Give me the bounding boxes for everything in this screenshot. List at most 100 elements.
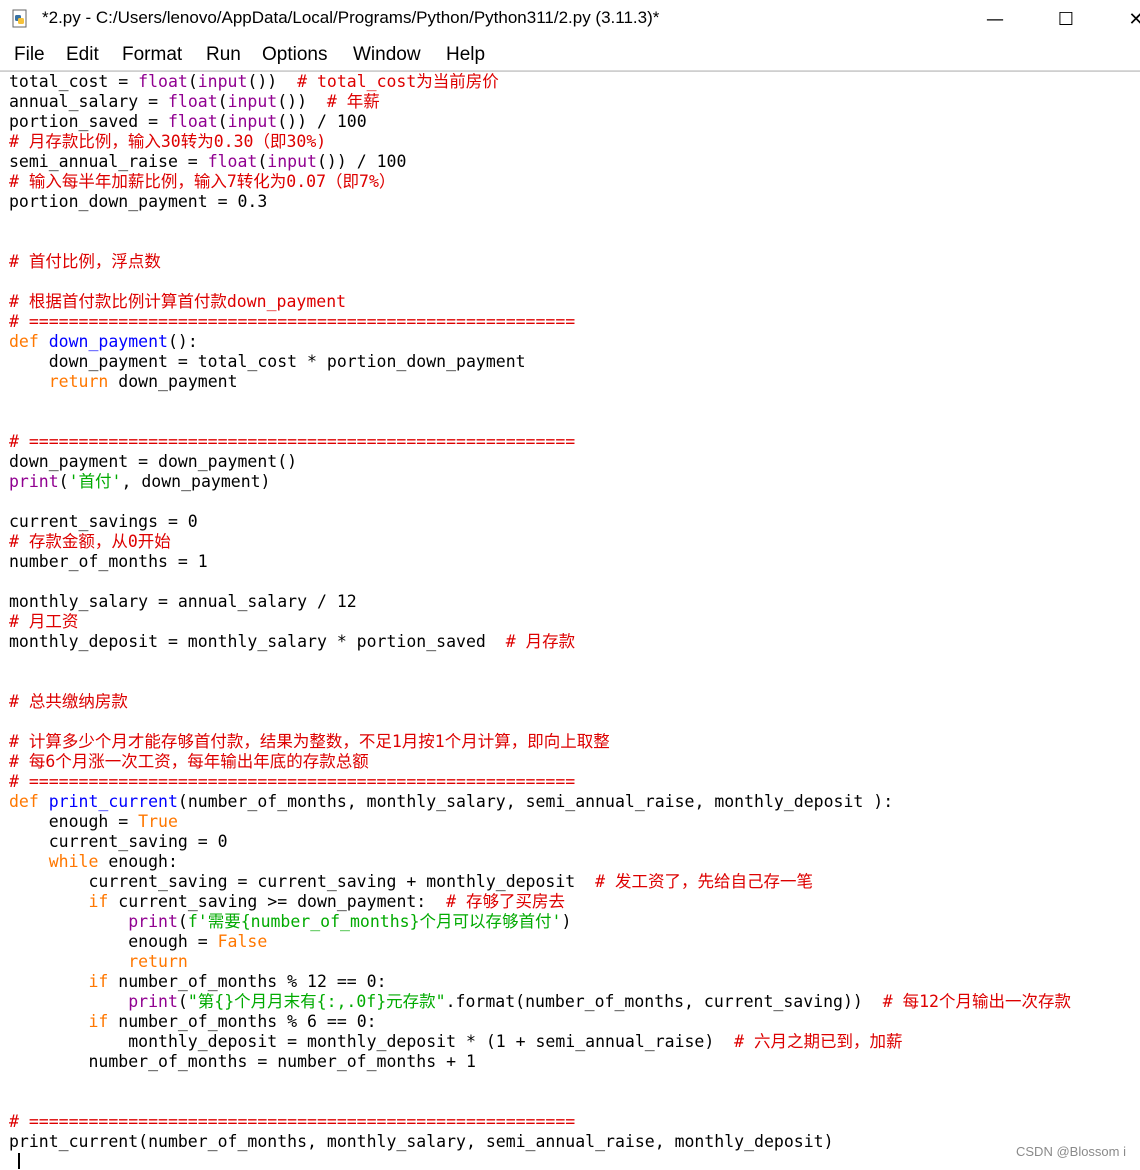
code-line[interactable]: total_cost = float(input()) # total_cost… [9,72,1071,92]
code-line[interactable]: # 总共缴纳房款 [9,692,1071,712]
close-button[interactable]: ✕ [1116,6,1140,32]
code-line[interactable]: # 月存款比例，输入30转为0.30（即30%) [9,132,1071,152]
code-line[interactable]: monthly_deposit = monthly_salary * porti… [9,632,1071,652]
code-token: ) [561,912,572,931]
code-line[interactable]: def print_current(number_of_months, mont… [9,792,1071,812]
code-line[interactable]: number_of_months = number_of_months + 1 [9,1052,1071,1072]
code-token: # 根据首付款比例计算首付款down_payment [9,292,347,311]
code-token: enough = [9,932,218,951]
code-line[interactable]: print(f'需要{number_of_months}个月可以存够首付') [9,912,1071,932]
code-text[interactable]: total_cost = float(input()) # total_cost… [9,72,1071,1152]
code-token: # ======================================… [9,772,576,791]
code-token: input [227,112,278,131]
code-line[interactable] [9,492,1071,512]
code-line[interactable]: # 根据首付款比例计算首付款down_payment [9,292,1071,312]
code-line[interactable] [9,272,1071,292]
code-line[interactable]: enough = True [9,812,1071,832]
code-line[interactable]: if current_saving >= down_payment: # 存够了… [9,892,1071,912]
menu-file[interactable]: File [14,44,45,66]
code-line[interactable]: portion_down_payment = 0.3 [9,192,1071,212]
code-token: # ======================================… [9,312,576,331]
minimize-button[interactable]: — [975,6,1015,32]
code-line[interactable]: semi_annual_raise = float(input()) / 100 [9,152,1071,172]
menu-run[interactable]: Run [206,44,241,66]
code-token: (): [167,332,198,351]
code-line[interactable] [9,232,1071,252]
menu-help[interactable]: Help [446,44,485,66]
maximize-button[interactable]: ☐ [1046,6,1086,32]
code-line[interactable]: if number_of_months % 6 == 0: [9,1012,1071,1032]
code-token: number_of_months = number_of_months + 1 [9,1052,476,1071]
code-token: input [197,72,248,91]
code-token: ( [257,152,268,171]
code-line[interactable] [9,652,1071,672]
code-line[interactable]: def down_payment(): [9,332,1071,352]
code-token: input [267,152,317,171]
code-line[interactable]: current_saving = 0 [9,832,1071,852]
code-line[interactable]: number_of_months = 1 [9,552,1071,572]
code-token: ()) [247,72,298,91]
code-line[interactable]: # 计算多少个月才能存够首付款，结果为整数，不足1月按1个月计算，即向上取整 [9,732,1071,752]
code-token: # 月工资 [9,612,79,631]
code-token: while [48,852,99,871]
code-line[interactable]: down_payment = total_cost * portion_down… [9,352,1071,372]
code-line[interactable]: while enough: [9,852,1071,872]
code-token: '首付' [68,472,122,491]
menu-format[interactable]: Format [122,44,182,66]
code-line[interactable] [9,212,1071,232]
code-line[interactable]: print('首付', down_payment) [9,472,1071,492]
code-line[interactable]: print_current(number_of_months, monthly_… [9,1132,1071,1152]
code-token: # 每12个月输出一次存款 [882,992,1071,1011]
code-line[interactable]: return [9,952,1071,972]
code-token: ( [217,112,228,131]
code-line[interactable]: # ======================================… [9,312,1071,332]
code-token: ( [187,72,198,91]
code-token: semi_annual_raise = [9,152,208,171]
menu-options[interactable]: Options [262,44,327,66]
code-token: number_of_months = 1 [9,552,208,571]
code-token: input [227,92,278,111]
code-line[interactable] [9,1072,1071,1092]
code-editor[interactable]: total_cost = float(input()) # total_cost… [0,71,1140,1170]
code-line[interactable]: # 存款金额，从0开始 [9,532,1071,552]
code-line[interactable]: print("第{}个月月末有{:,.0f}元存款".format(number… [9,992,1071,1012]
code-token: print_current(number_of_months, monthly_… [9,1132,834,1151]
code-line[interactable]: current_saving = current_saving + monthl… [9,872,1071,892]
code-line[interactable] [9,672,1071,692]
code-token: total_cost = [9,72,139,91]
code-line[interactable]: monthly_salary = annual_salary / 12 [9,592,1071,612]
code-line[interactable]: return down_payment [9,372,1071,392]
menu-edit[interactable]: Edit [66,44,99,66]
code-line[interactable]: # 月工资 [9,612,1071,632]
code-token: current_savings = 0 [9,512,198,531]
code-token: down_payment = total_cost * portion_down… [9,352,526,371]
code-line[interactable]: # ======================================… [9,1112,1071,1132]
code-line[interactable]: enough = False [9,932,1071,952]
code-line[interactable]: # ======================================… [9,772,1071,792]
code-line[interactable]: # 每6个月涨一次工资，每年输出年底的存款总额 [9,752,1071,772]
code-token: enough = [9,812,139,831]
code-line[interactable] [9,712,1071,732]
code-line[interactable]: annual_salary = float(input()) # 年薪 [9,92,1071,112]
code-line[interactable]: # 首付比例，浮点数 [9,252,1071,272]
code-line[interactable] [9,572,1071,592]
code-line[interactable]: monthly_deposit = monthly_deposit * (1 +… [9,1032,1071,1052]
code-line[interactable]: portion_saved = float(input()) / 100 [9,112,1071,132]
code-token: monthly_deposit = monthly_deposit * (1 +… [9,1032,735,1051]
code-line[interactable]: if number_of_months % 12 == 0: [9,972,1071,992]
menu-window[interactable]: Window [353,44,421,66]
code-line[interactable]: down_payment = down_payment() [9,452,1071,472]
code-token: if [88,972,109,991]
code-token: current_saving = 0 [9,832,228,851]
code-line[interactable]: # 输入每半年加薪比例，输入7转化为0.07（即7%） [9,172,1071,192]
code-line[interactable] [9,412,1071,432]
code-line[interactable] [9,392,1071,412]
code-line[interactable]: current_savings = 0 [9,512,1071,532]
code-line[interactable]: # ======================================… [9,432,1071,452]
code-line[interactable] [9,1092,1071,1112]
window-title: *2.py - C:/Users/lenovo/AppData/Local/Pr… [42,8,660,27]
